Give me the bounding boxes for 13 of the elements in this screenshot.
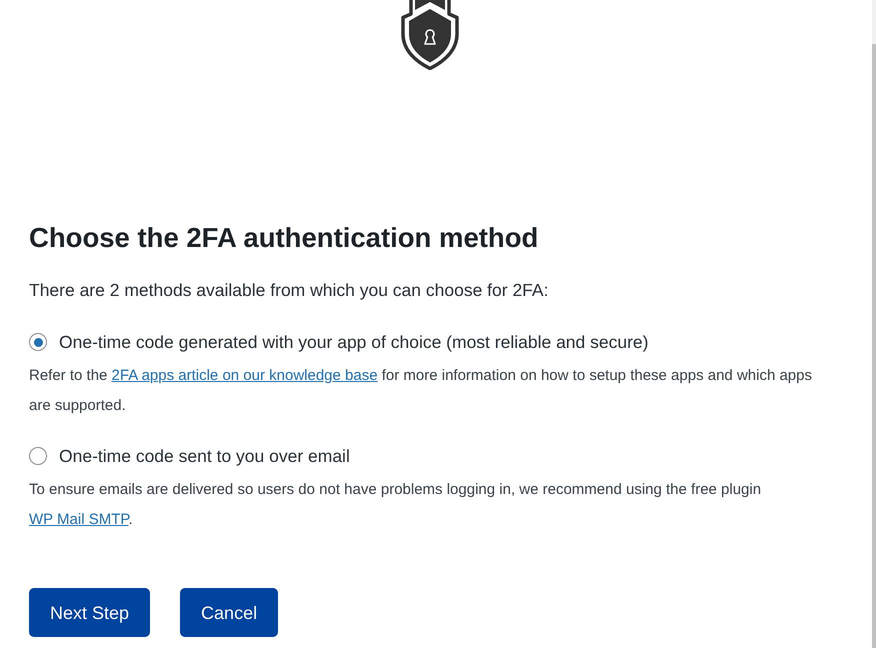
page-heading: Choose the 2FA authentication method xyxy=(29,222,538,254)
help-text: To ensure emails are delivered so users do not have problems logging in, we recommend using the free plugin WP Mail SMTP. xyxy=(29,480,762,530)
help-link[interactable]: 2FA apps article on our knowledge base xyxy=(112,367,378,384)
shield-lock-icon xyxy=(400,0,460,70)
cancel-button[interactable]: Cancel xyxy=(180,588,278,637)
radio-button[interactable] xyxy=(29,333,47,351)
option-label[interactable]: One-time code generated with your app of choice (most reliable and secure) xyxy=(59,330,648,354)
help-link[interactable]: WP Mail SMTP xyxy=(29,511,128,528)
next-step-button[interactable]: Next Step xyxy=(29,588,150,637)
option-label[interactable]: One-time code sent to you over email xyxy=(59,444,350,468)
radio-button[interactable] xyxy=(29,447,47,465)
help-text: Refer to the 2FA apps article on our knowledge base for more information on how to setup these apps and which apps are supported. xyxy=(29,366,813,416)
intro-text: There are 2 methods available from which you can choose for 2FA: xyxy=(29,279,548,302)
